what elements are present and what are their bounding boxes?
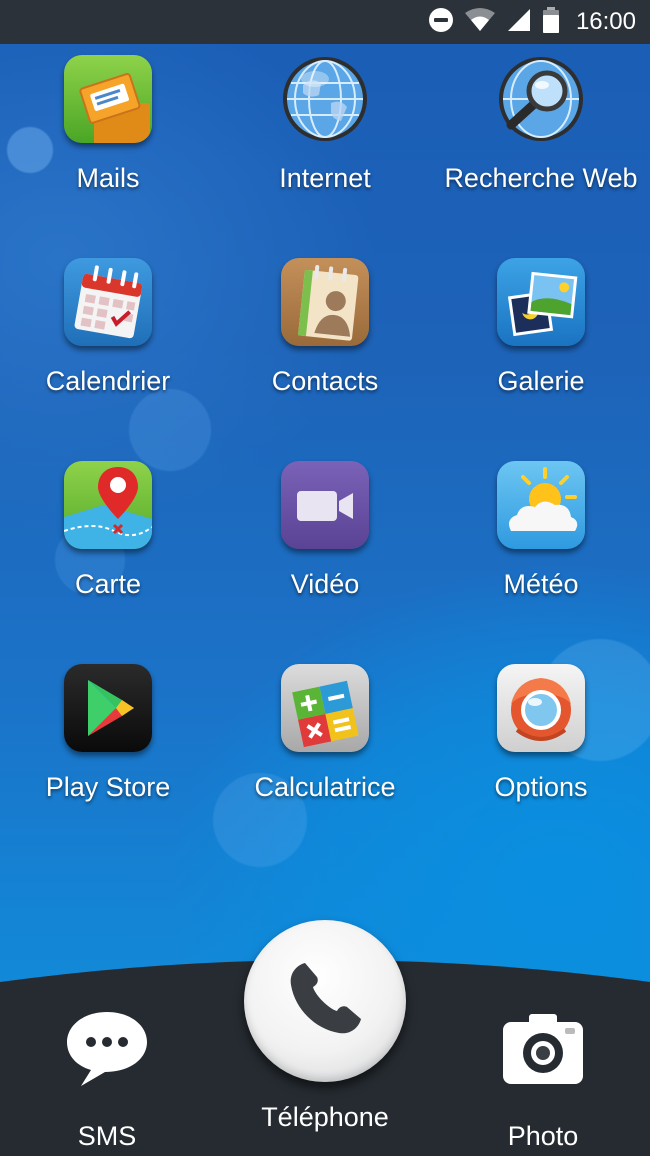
phone-handset-icon	[275, 949, 375, 1054]
battery-icon	[542, 6, 560, 39]
app-label: Internet	[279, 163, 371, 193]
magnifier-icon	[497, 55, 585, 143]
app-label: Carte	[74, 569, 142, 599]
wifi-icon	[464, 7, 496, 38]
app-carte[interactable]: Carte	[0, 461, 216, 621]
status-time: 16:00	[575, 8, 636, 35]
app-label: Play Store	[45, 772, 171, 802]
app-label: Galerie	[497, 366, 585, 396]
app-internet[interactable]: Internet	[217, 55, 433, 215]
app-mails[interactable]: Mails	[0, 55, 216, 215]
gallery-icon	[497, 258, 585, 346]
app-calendrier[interactable]: Calendrier	[0, 258, 216, 418]
dock-photo-label: Photo	[507, 1121, 579, 1151]
app-label: Options	[494, 772, 588, 802]
app-options[interactable]: Options	[433, 664, 649, 824]
app-recherche-web[interactable]: Recherche Web	[433, 55, 649, 215]
dock-telephone-label: Téléphone	[261, 1102, 389, 1132]
app-play-store[interactable]: Play Store	[0, 664, 216, 824]
app-label: Recherche Web	[444, 163, 638, 193]
app-label: Contacts	[271, 366, 379, 396]
contacts-book-icon	[281, 258, 369, 346]
dock-sms[interactable]: SMS	[40, 1008, 174, 1152]
app-meteo[interactable]: Météo	[433, 461, 649, 621]
map-pin-icon	[64, 461, 152, 549]
app-label: Calendrier	[45, 366, 171, 396]
dock-photo[interactable]: Photo	[476, 1008, 610, 1152]
options-icon	[497, 664, 585, 752]
app-label: Vidéo	[290, 569, 360, 599]
dock-sms-label: SMS	[77, 1121, 137, 1151]
app-label: Calculatrice	[254, 772, 396, 802]
app-calculatrice[interactable]: Calculatrice	[217, 664, 433, 824]
chat-bubble-icon	[63, 1008, 151, 1093]
globe-icon	[281, 55, 369, 143]
telephone-button[interactable]	[244, 920, 406, 1082]
mail-icon	[64, 55, 152, 143]
calendar-icon	[64, 258, 152, 346]
app-galerie[interactable]: Galerie	[433, 258, 649, 418]
weather-icon	[497, 461, 585, 549]
video-camera-icon	[281, 461, 369, 549]
app-contacts[interactable]: Contacts	[217, 258, 433, 418]
status-bar: 16:00	[0, 0, 650, 44]
app-label: Mails	[76, 163, 140, 193]
app-label: Météo	[503, 569, 579, 599]
dock-telephone-label-wrap: Téléphone	[225, 1102, 425, 1133]
calculator-icon	[281, 664, 369, 752]
do-not-disturb-icon	[428, 7, 454, 38]
play-store-icon	[64, 664, 152, 752]
home-screen: 16:00 Mails Internet Recherche Web Calen…	[0, 0, 650, 1156]
app-video[interactable]: Vidéo	[217, 461, 433, 621]
camera-icon	[499, 1008, 587, 1093]
signal-icon	[506, 7, 532, 38]
